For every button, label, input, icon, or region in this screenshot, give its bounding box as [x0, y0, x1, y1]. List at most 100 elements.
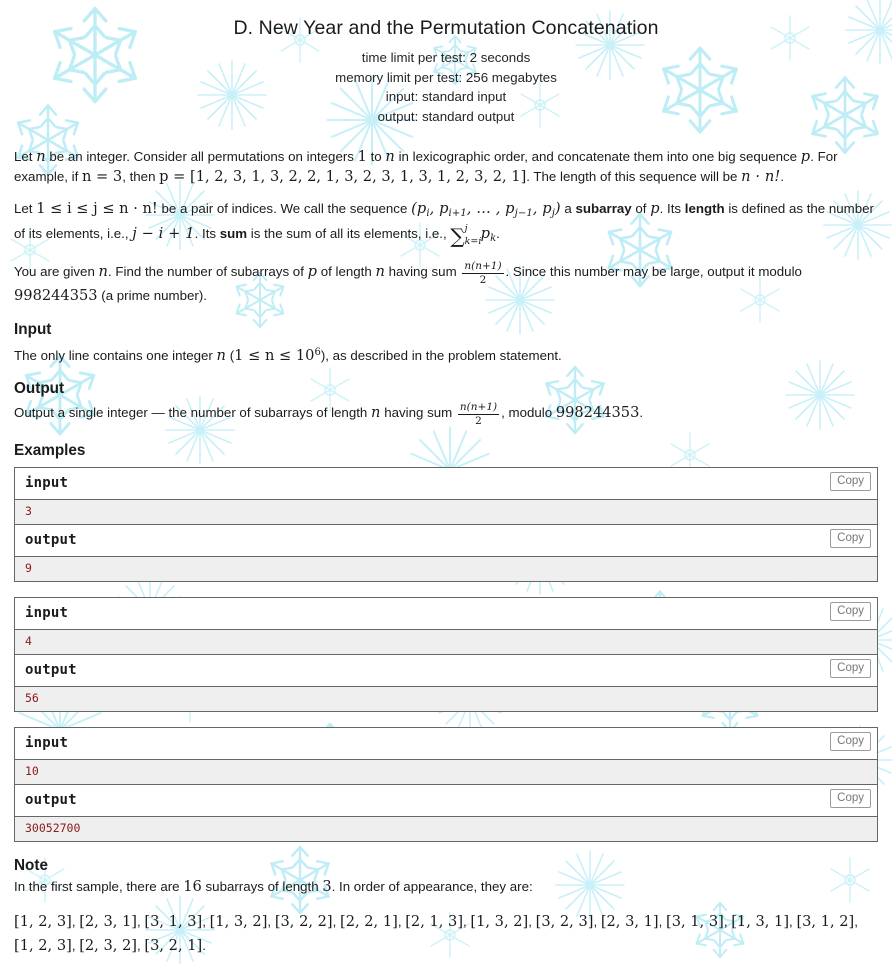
text-fragment: Output a single integer — the number of …: [14, 405, 372, 421]
math-n: n: [385, 148, 395, 166]
note-subarray-separator: ,: [528, 913, 536, 929]
text-fragment: .: [810, 149, 814, 165]
text-fragment: .: [780, 168, 785, 184]
sample-output-header-label: output: [25, 532, 77, 549]
text-fragment: be an integer. Consider all permutations…: [45, 149, 358, 165]
note-subarray-item: [2, 3, 1]: [600, 912, 659, 930]
note-subarray-item: [3, 2, 1]: [144, 936, 203, 954]
examples-heading: Examples: [14, 442, 86, 460]
text-fragment: . Since this number may be large, output…: [505, 264, 802, 280]
note-subarray-item: [3, 2, 2]: [274, 912, 333, 930]
note-subarray-separator: ,: [332, 913, 341, 929]
statement-paragraph-3: You are given n. Find the number of suba…: [14, 259, 878, 306]
note-subarray-item: [1, 3, 2]: [209, 912, 268, 930]
note-subarray-item: [3, 1, 3]: [666, 912, 724, 930]
math-subarray-count: 16: [183, 878, 202, 896]
math-p: p: [650, 200, 660, 218]
math-p-sequence: p = [1, 2, 3, 1, 3, 2, 2, 1, 3, 2, 3, 1,…: [159, 167, 527, 185]
text-fragment: a: [560, 201, 576, 217]
term-length: length: [684, 201, 725, 217]
note-subarray-item: [2, 3, 2]: [79, 936, 138, 954]
text-fragment: be a pair of indices. We call the sequen…: [157, 201, 412, 217]
text-fragment: .: [639, 405, 644, 421]
output-spec: output: standard output: [377, 108, 515, 124]
text-fragment: to: [366, 149, 386, 165]
math-j-minus-i-plus-1: j − i + 1: [132, 224, 195, 242]
sample-input-header: input Copy: [15, 468, 877, 501]
copy-button[interactable]: Copy: [830, 789, 871, 809]
sample-output-header: output Copy: [15, 525, 877, 558]
sample-tests: input Copy 3 output Copy 9 input Copy 4 output Cop…: [14, 467, 878, 843]
sample-output-header-label: output: [25, 662, 77, 679]
term-sum: sum: [219, 225, 248, 241]
problem-statement: Let n be an integer. Consider all permut…: [14, 147, 878, 305]
time-limit: time limit per test: 2 seconds: [361, 50, 531, 65]
text-fragment: .: [496, 225, 500, 241]
page-title: D. New Year and the Permutation Concaten…: [233, 17, 659, 39]
text-fragment: You are given: [14, 264, 99, 280]
math-n: n: [371, 404, 381, 422]
note-subarray-separator: ,: [267, 913, 275, 929]
text-fragment: . Its: [659, 201, 685, 217]
copy-button[interactable]: Copy: [830, 529, 871, 549]
sample-output-data: 9: [15, 557, 877, 583]
note-subarray-separator: ,: [593, 913, 601, 929]
text-fragment: ), as described in the problem statement…: [320, 347, 562, 363]
note-subarray-separator: .: [202, 937, 206, 953]
input-section-heading: Input: [14, 320, 52, 338]
text-fragment: having sum: [384, 264, 461, 280]
math-p: p: [307, 263, 318, 281]
output-section-heading: Output: [14, 380, 65, 397]
text-fragment: (a prime number).: [97, 288, 207, 303]
note-heading: Note: [14, 857, 48, 875]
sample-output-header: output Copy: [15, 655, 877, 688]
copy-button[interactable]: Copy: [830, 472, 871, 492]
note-subarray-separator: ,: [658, 913, 667, 929]
math-n: n: [375, 263, 385, 281]
note-subarray-item: [2, 1, 3]: [405, 912, 464, 930]
text-fragment: of: [631, 201, 651, 217]
input-spec: input: standard input: [385, 89, 507, 105]
sample-output-header: output Copy: [15, 785, 877, 818]
math-p: p: [800, 148, 811, 166]
math-summation: ∑ j k=i: [450, 222, 482, 248]
text-fragment: , then: [122, 168, 160, 184]
math-subsequence: (pi, pi+1, … , pj−1, pj): [411, 200, 561, 220]
math-modulus: 998244353: [555, 404, 640, 422]
sample-input-header-label: input: [25, 735, 69, 752]
copy-button[interactable]: Copy: [830, 602, 871, 622]
text-fragment: . Find the number of subarrays of: [108, 264, 308, 280]
text-fragment: having sum: [380, 405, 456, 421]
note-intro: In the first sample, there are 16 subarr…: [14, 877, 878, 897]
note-subarray-list: [1, 2, 3], [2, 3, 1], [3, 1, 3], [1, 3, …: [14, 910, 878, 958]
sample-test: input Copy 4 output Copy 56: [14, 597, 878, 713]
math-modulus: 998244353: [14, 287, 98, 304]
math-one: 1: [357, 148, 367, 166]
text-fragment: In the first sample, there are: [14, 879, 184, 895]
problem-limits: time limit per test: 2 seconds memory li…: [14, 48, 878, 126]
statement-paragraph-1: Let n be an integer. Consider all permut…: [14, 147, 878, 186]
copy-button[interactable]: Copy: [830, 659, 871, 679]
note-subarray-separator: ,: [202, 913, 210, 929]
math-fraction-target-sum: n(n+1) 2: [462, 259, 504, 286]
text-fragment: . In order of appearance, they are:: [331, 879, 533, 895]
note-subarray-item: [1, 2, 3]: [14, 912, 72, 930]
text-fragment: subarrays of length: [201, 879, 323, 895]
text-fragment: Let: [14, 149, 37, 165]
math-n-bounds: 1 ≤ n ≤ 106: [234, 346, 321, 364]
note-subarray-item: [1, 3, 2]: [470, 912, 529, 930]
sample-output-header-label: output: [25, 792, 77, 809]
text-fragment: The only line contains one integer: [14, 347, 217, 363]
math-n: n: [98, 263, 109, 281]
math-subarray-length: 3: [322, 878, 332, 896]
sample-input-header: input Copy: [15, 728, 877, 761]
note-subarray-separator: ,: [854, 913, 858, 929]
note-subarray-item: [2, 2, 1]: [340, 912, 398, 930]
copy-button[interactable]: Copy: [830, 732, 871, 752]
text-fragment: (: [226, 347, 235, 363]
note-subarray-item: [3, 2, 3]: [535, 912, 594, 930]
output-section-text: Output a single integer — the number of …: [14, 401, 878, 427]
term-subarray: subarray: [575, 201, 632, 217]
math-n-times-n-factorial: n · n!: [741, 167, 781, 185]
sample-input-data: 4: [15, 630, 877, 656]
